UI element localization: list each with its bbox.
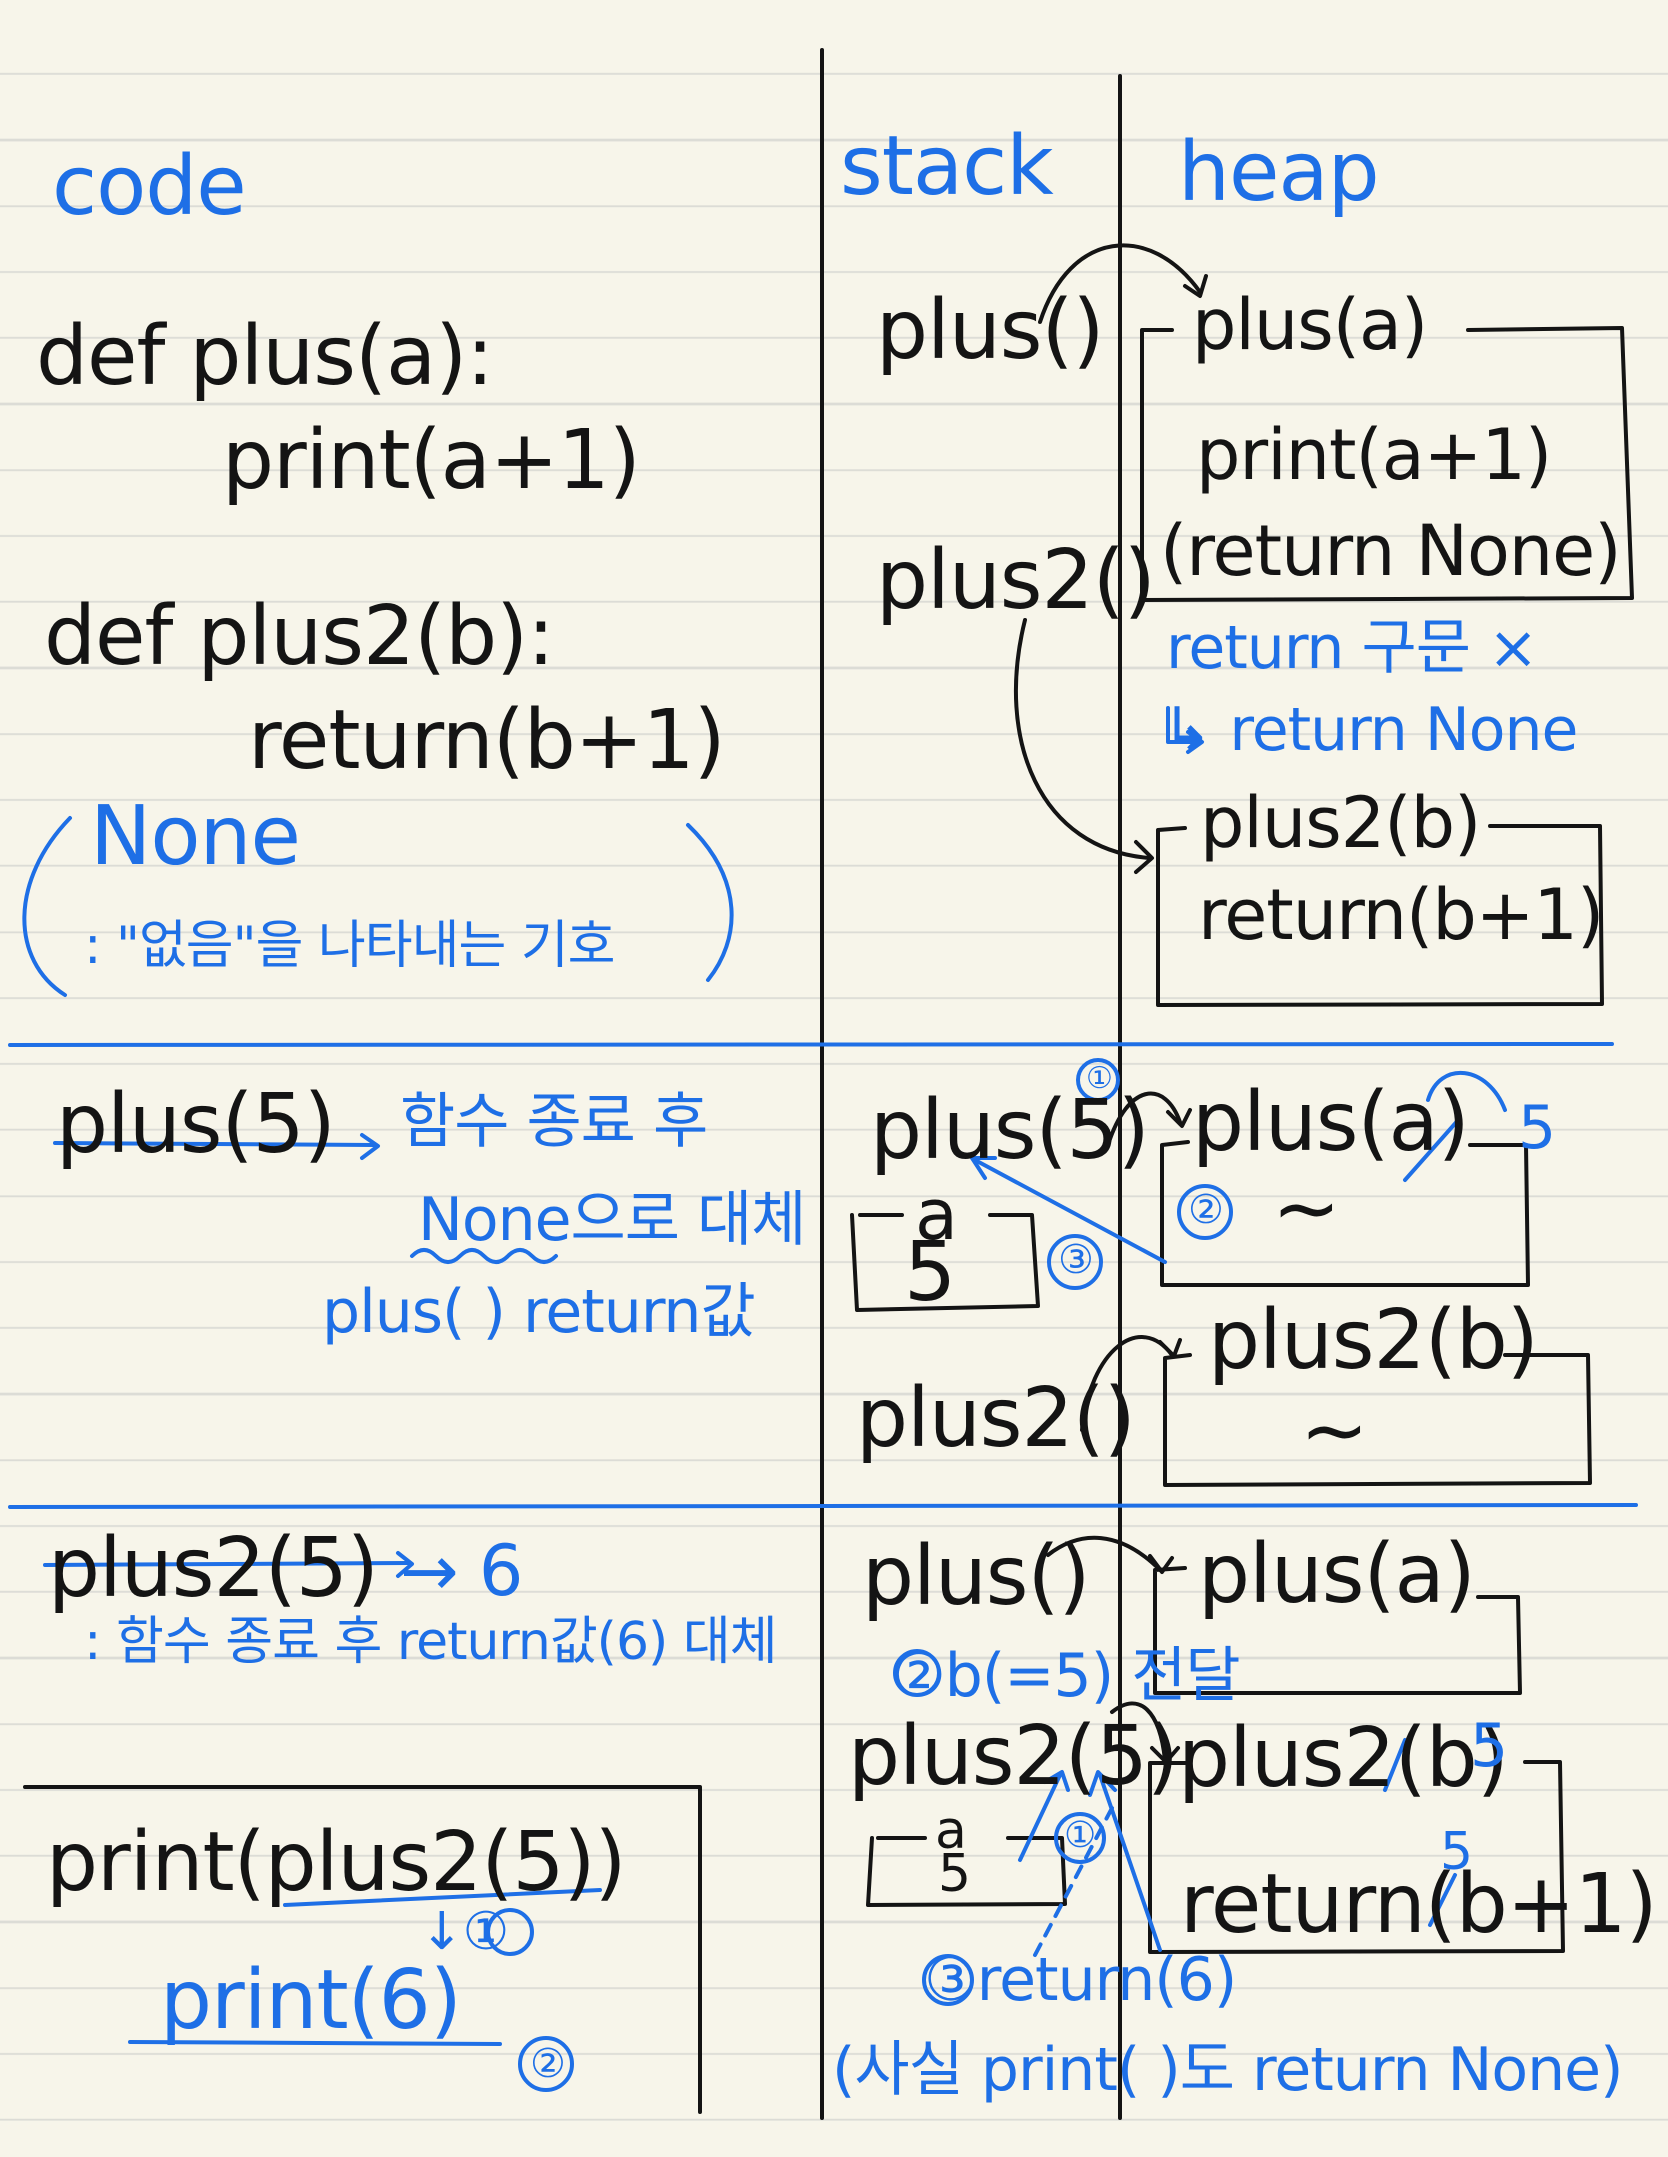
code-call-plus2-5: plus2(5) xyxy=(48,1521,379,1616)
code-print6: print(6) xyxy=(160,1953,462,2048)
header-stack: stack xyxy=(840,119,1054,214)
header-heap: heap xyxy=(1178,125,1380,220)
heap-plus-header: plus(a) xyxy=(1192,284,1428,366)
heap-plus2-header-2: plus2(b) xyxy=(1208,1293,1539,1388)
stack-plus2: plus2() xyxy=(876,533,1156,628)
stack-step1-label-3: ① xyxy=(1064,1815,1097,1856)
code-note-line1: 함수 종료 후 xyxy=(400,1087,708,1157)
code-note-line2: None으로 대체 xyxy=(418,1185,806,1255)
code-call-plus5: plus(5) xyxy=(56,1077,336,1172)
heap-plus2-return: return(b+1) xyxy=(1198,874,1604,956)
section-separator-2 xyxy=(8,1503,1638,1509)
code-print-body: print(a+1) xyxy=(222,413,641,508)
stack-step1-label: ① xyxy=(1086,1061,1113,1096)
stack-plus5: plus(5) xyxy=(870,1083,1150,1178)
code-def-plus2: def plus2(b): xyxy=(44,589,555,684)
stack-var-a-value: 5 xyxy=(904,1225,956,1320)
note-page: code stack heap def plus(a): print(a+1) … xyxy=(0,0,1668,2157)
heap-plus2-return-3: return(b+1) xyxy=(1180,1857,1658,1952)
heap-plus-header-2: plus(a) xyxy=(1192,1075,1470,1170)
code-return-body: return(b+1) xyxy=(248,693,726,788)
stack-return-note: ③return(6) xyxy=(924,1945,1237,2015)
code-result-6: → 6 xyxy=(400,1530,523,1612)
code-print-expr: print(plus2(5)) xyxy=(46,1815,626,1910)
code-note-s3: : 함수 종료 후 return값(6) 대체 xyxy=(84,1612,778,1672)
heap-plus-return-none: (return None) xyxy=(1160,510,1622,592)
code-print-step2: ② xyxy=(530,2041,566,2087)
none-close-paren xyxy=(686,823,734,982)
heap-plus2-body: ~ xyxy=(1300,1383,1369,1478)
heap-plus2-header-3: plus2(b) xyxy=(1178,1711,1509,1806)
heap-arg-value: 5 xyxy=(1518,1093,1556,1163)
code-note-line3: plus( ) return값 xyxy=(322,1277,756,1347)
heap-plus2-header: plus2(b) xyxy=(1200,782,1481,864)
stack-plus2-s2: plus2() xyxy=(856,1371,1136,1466)
heap-plus-print: print(a+1) xyxy=(1196,414,1552,496)
stack-pass-note: ②b(=5) 전달 xyxy=(892,1641,1241,1711)
stack-step3-label: ③ xyxy=(1058,1237,1094,1283)
code-print-step1: ↓① xyxy=(420,1902,509,1962)
stack-aside-note: (사실 print( )도 return None) xyxy=(832,2035,1623,2105)
none-description: : "없음"을 나타내는 기호 xyxy=(84,916,616,976)
heap-plus2-arg-value: 5 xyxy=(1470,1711,1508,1781)
section-separator-1 xyxy=(8,1042,1614,1047)
heap-note-line2: ↳ return None xyxy=(1162,695,1578,765)
none-title: None xyxy=(90,789,301,884)
none-open-paren xyxy=(22,816,72,997)
stack-var-a-value-3: 5 xyxy=(938,1844,971,1904)
heap-step2-label: ② xyxy=(1188,1187,1224,1233)
heap-note-line1: return 구문 × xyxy=(1166,613,1538,683)
heap-plus-header-3: plus(a) xyxy=(1198,1527,1476,1622)
stack-plus2-5: plus2(5) xyxy=(848,1709,1179,1804)
heap-plus-body: ~ xyxy=(1272,1161,1341,1256)
stack-plus: plus() xyxy=(876,283,1105,378)
arrow-plus2-to-heap xyxy=(1013,618,1152,860)
code-def-plus: def plus(a): xyxy=(36,309,494,404)
header-code: code xyxy=(52,139,247,234)
stack-plus-s3: plus() xyxy=(862,1529,1091,1624)
